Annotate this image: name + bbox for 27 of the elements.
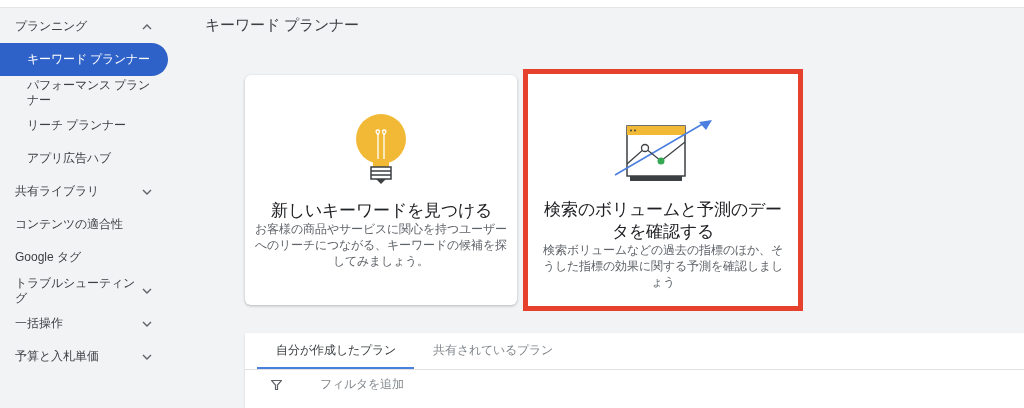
card-title: 新しいキーワードを見つける xyxy=(270,200,492,221)
sidebar-subitem[interactable]: キーワード プランナー xyxy=(0,43,168,76)
sidebar-subitem[interactable]: アプリ広告ハブ xyxy=(0,142,168,175)
plan-tab[interactable]: 共有されているプラン xyxy=(414,333,571,369)
sidebar-item[interactable]: Google タグ xyxy=(0,241,168,274)
chevron-down-icon[interactable] xyxy=(142,320,152,327)
add-filter-label[interactable]: フィルタを追加 xyxy=(320,376,404,393)
chevron-down-icon[interactable] xyxy=(142,188,152,195)
chevron-down-icon[interactable] xyxy=(142,287,152,294)
option-card[interactable]: 新しいキーワードを見つける お客様の商品やサービスに関心を持つユーザーへのリーチにつながる、キーワードの候補を探してみましょう。 xyxy=(245,75,517,305)
card-description: お客様の商品やサービスに関心を持つユーザーへのリーチにつながる、キーワードの候補を探してみましょう。 xyxy=(255,221,507,269)
sidebar-subitem[interactable]: リーチ プランナー xyxy=(0,109,168,142)
card-description: 検索ボリュームなどの過去の指標のほか、そうした指標の効果に関する予測を確認しましょう xyxy=(542,242,784,290)
page-title: キーワード プランナー xyxy=(205,16,361,35)
plan-tab[interactable]: 自分が作成したプラン xyxy=(257,333,414,369)
card-title: 検索のボリュームと予測のデータを確認する xyxy=(543,199,783,242)
sidebar-subitem[interactable]: パフォーマンス プランナー xyxy=(0,76,168,109)
sidebar-item[interactable]: 共有ライブラリ xyxy=(0,175,168,208)
chevron-down-icon[interactable] xyxy=(142,353,152,360)
sidebar-item[interactable]: 一括操作 xyxy=(0,307,168,340)
option-card[interactable]: 検索のボリュームと予測のデータを確認する 検索ボリュームなどの過去の指標のほか、そうした指標の効果に関する予測を確認しましょう xyxy=(523,69,803,311)
sidebar-item[interactable]: トラブルシューティング xyxy=(0,274,168,307)
sidebar-item[interactable]: コンテンツの適合性 xyxy=(0,208,168,241)
chevron-up-icon[interactable] xyxy=(142,23,152,30)
filter-icon[interactable] xyxy=(271,379,282,390)
sidebar-item[interactable]: 予算と入札単価 xyxy=(0,340,168,373)
sidebar-item[interactable]: プランニング xyxy=(0,10,168,43)
